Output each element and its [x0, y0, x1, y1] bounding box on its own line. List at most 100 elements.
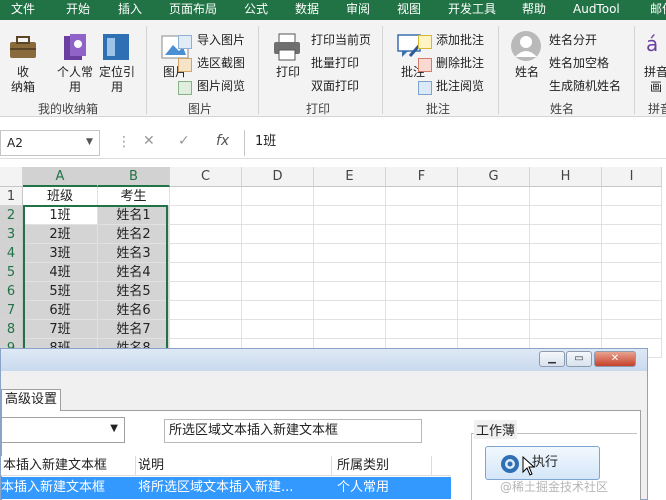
cell-a6[interactable]: 5班 [23, 282, 98, 301]
tab-formulas[interactable]: 公式 [244, 0, 268, 20]
row-header-7[interactable]: 7 [0, 301, 23, 320]
description-field[interactable]: 所选区域文本插入新建文本框 [164, 419, 422, 443]
cell-a5[interactable]: 4班 [23, 263, 98, 282]
worksheet-grid[interactable]: A B C D E F G H I 1 班级 考生 2 1班 姓名1 3 2班 姓名2 4 3班 姓名3 5 4班 姓名4 6 5… [0, 167, 666, 358]
insert-function-icon[interactable]: fx [216, 133, 229, 149]
cell-c8[interactable] [170, 320, 242, 339]
cell-b5[interactable]: 姓名4 [98, 263, 170, 282]
cell-g6[interactable] [458, 282, 530, 301]
row-header-3[interactable]: 3 [0, 225, 23, 244]
cell-g8[interactable] [458, 320, 530, 339]
cell-a2[interactable]: 1班 [23, 206, 98, 225]
select-all-corner[interactable] [0, 167, 23, 187]
cell-d6[interactable] [242, 282, 314, 301]
cell-d7[interactable] [242, 301, 314, 320]
cell-h4[interactable] [530, 244, 602, 263]
tab-page-layout[interactable]: 页面布局 [169, 0, 217, 20]
column-header-e[interactable]: E [314, 167, 386, 187]
cell-i3[interactable] [602, 225, 662, 244]
row-header-6[interactable]: 6 [0, 282, 23, 301]
cell-e4[interactable] [314, 244, 386, 263]
cell-g1[interactable] [458, 187, 530, 206]
split-name-button[interactable]: 姓名分开 [549, 32, 597, 48]
column-header-h[interactable]: H [530, 167, 602, 187]
cell-h7[interactable] [530, 301, 602, 320]
cell-c4[interactable] [170, 244, 242, 263]
cell-f1[interactable] [386, 187, 458, 206]
cell-h3[interactable] [530, 225, 602, 244]
cell-i6[interactable] [602, 282, 662, 301]
cell-h5[interactable] [530, 263, 602, 282]
row-header-2[interactable]: 2 [0, 206, 23, 225]
cell-f8[interactable] [386, 320, 458, 339]
cell-i4[interactable] [602, 244, 662, 263]
duplex-print-button[interactable]: 双面打印 [311, 78, 359, 94]
cell-i7[interactable] [602, 301, 662, 320]
execute-button[interactable]: 执行 [485, 446, 600, 480]
column-header-a[interactable]: A [23, 167, 98, 187]
batch-print-button[interactable]: 批量打印 [311, 55, 359, 71]
print-button[interactable]: 打印 [270, 65, 306, 80]
column-header-i[interactable]: I [602, 167, 662, 187]
minimize-icon[interactable]: ▁ [539, 351, 565, 367]
cell-c1[interactable] [170, 187, 242, 206]
cell-e5[interactable] [314, 263, 386, 282]
print-current-page-button[interactable]: 打印当前页 [311, 32, 371, 48]
column-header-category[interactable]: 所属类别 [332, 456, 432, 476]
tab-advanced-settings[interactable]: 高级设置 [1, 389, 62, 411]
tab-mail[interactable]: 邮件 [650, 0, 666, 20]
collect-box-button[interactable]: 收 纳箱 [4, 65, 42, 95]
cell-c5[interactable] [170, 263, 242, 282]
locate-reference-button[interactable]: 定位引 用 [95, 65, 139, 95]
cell-b7[interactable]: 姓名6 [98, 301, 170, 320]
cell-f2[interactable] [386, 206, 458, 225]
cell-d3[interactable] [242, 225, 314, 244]
column-header-b[interactable]: B [98, 167, 170, 187]
delete-comment-button[interactable]: 删除批注 [436, 55, 484, 71]
cell-e6[interactable] [314, 282, 386, 301]
cell-b4[interactable]: 姓名3 [98, 244, 170, 263]
cell-b1[interactable]: 考生 [98, 187, 170, 206]
tab-home[interactable]: 开始 [66, 0, 90, 20]
column-header-c[interactable]: C [170, 167, 242, 187]
tab-file[interactable]: 文件 [11, 0, 35, 20]
row-header-5[interactable]: 5 [0, 263, 23, 282]
column-header-f[interactable]: F [386, 167, 458, 187]
cell-e1[interactable] [314, 187, 386, 206]
column-header-g[interactable]: G [458, 167, 530, 187]
cell-e7[interactable] [314, 301, 386, 320]
cancel-icon[interactable]: ✕ [143, 133, 155, 149]
cell-g2[interactable] [458, 206, 530, 225]
tab-review[interactable]: 审阅 [346, 0, 370, 20]
enter-icon[interactable]: ✓ [178, 133, 190, 149]
cell-e3[interactable] [314, 225, 386, 244]
cell-d8[interactable] [242, 320, 314, 339]
name-button[interactable]: 姓名 [510, 65, 544, 80]
tab-audtool[interactable]: AudTool [573, 0, 620, 20]
cell-i2[interactable] [602, 206, 662, 225]
cell-d2[interactable] [242, 206, 314, 225]
import-picture-button[interactable]: 导入图片 [197, 32, 245, 48]
name-box-dropdown-icon[interactable]: ▼ [86, 137, 93, 147]
add-comment-button[interactable]: 添加批注 [436, 32, 484, 48]
cell-a1[interactable]: 班级 [23, 187, 98, 206]
cell-g7[interactable] [458, 301, 530, 320]
cell-g3[interactable] [458, 225, 530, 244]
cell-h2[interactable] [530, 206, 602, 225]
cell-a3[interactable]: 2班 [23, 225, 98, 244]
column-header-description[interactable]: 说明 [136, 456, 332, 476]
column-header-function[interactable]: 本插入新建文本框 [1, 456, 136, 476]
cell-i5[interactable] [602, 263, 662, 282]
cell-c7[interactable] [170, 301, 242, 320]
cell-e8[interactable] [314, 320, 386, 339]
cell-d5[interactable] [242, 263, 314, 282]
row-header-4[interactable]: 4 [0, 244, 23, 263]
comment-browse-button[interactable]: 批注阅览 [436, 78, 484, 94]
row-header-1[interactable]: 1 [0, 187, 23, 206]
cell-b2[interactable]: 姓名1 [98, 206, 170, 225]
cell-b6[interactable]: 姓名5 [98, 282, 170, 301]
cell-h1[interactable] [530, 187, 602, 206]
cell-h8[interactable] [530, 320, 602, 339]
cell-g5[interactable] [458, 263, 530, 282]
tab-help[interactable]: 帮助 [522, 0, 546, 20]
